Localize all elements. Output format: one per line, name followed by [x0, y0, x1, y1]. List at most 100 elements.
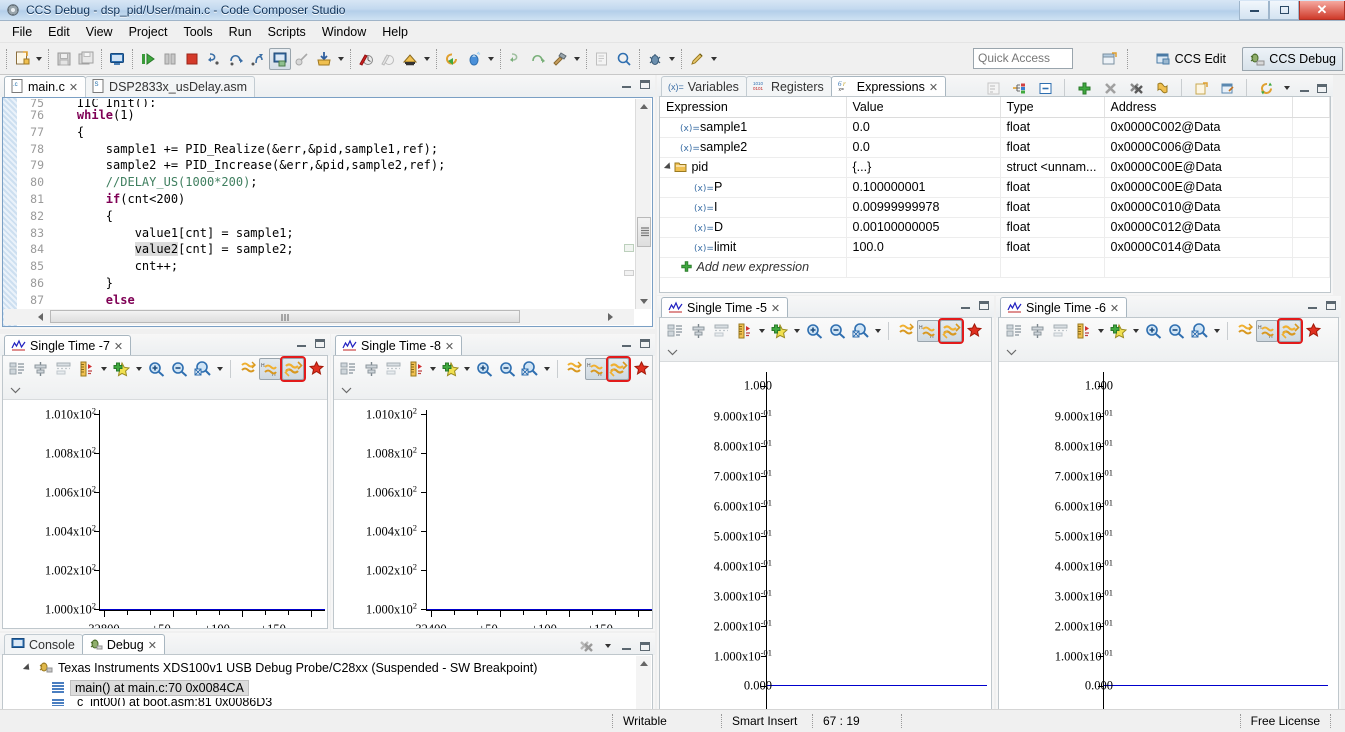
cell-address[interactable]: 0x0000C00E@Data — [1104, 177, 1292, 197]
cell-address[interactable]: 0x0000C012@Data — [1104, 217, 1292, 237]
cell-spacer[interactable] — [1292, 157, 1330, 177]
cell-value[interactable]: 100.0 — [846, 237, 1000, 257]
code-line[interactable]: cnt++; — [48, 258, 630, 275]
code-line[interactable]: sample2 += PID_Increase(&err,&pid,sample… — [48, 157, 630, 174]
new-perspective-button[interactable] — [1095, 47, 1123, 71]
minimize-icon[interactable] — [619, 77, 633, 91]
minimize-icon[interactable] — [294, 336, 308, 350]
watch-dropdown-icon[interactable] — [485, 48, 496, 70]
zoom-in-icon[interactable] — [146, 358, 168, 380]
zoom-in-icon[interactable] — [474, 358, 495, 380]
align-icon[interactable] — [687, 320, 709, 342]
menu-item-tools[interactable]: Tools — [175, 23, 220, 41]
table-row[interactable]: pid{...}struct <unnam...0x0000C00E@Data — [660, 157, 1330, 177]
add-series-menu-icon[interactable] — [1130, 320, 1141, 342]
editor-code-area[interactable]: IIC_Init(); while(1) { sample1 += PID_Re… — [48, 98, 630, 326]
expand-twisty-icon[interactable] — [23, 663, 32, 672]
continuous-refresh-hold-icon[interactable]: HH — [585, 358, 607, 380]
save-all-icon[interactable] — [75, 48, 97, 70]
code-line[interactable]: else — [48, 292, 630, 309]
step-over-icon[interactable] — [225, 48, 247, 70]
cell-expression[interactable]: pid — [660, 157, 846, 177]
close-icon[interactable]: ✕ — [69, 81, 78, 94]
cell-expression[interactable]: (x)=limit — [660, 237, 846, 257]
debug-tree-row-stackframe[interactable]: main() at main.c:70 0x0084CA — [3, 678, 652, 698]
menu-item-help[interactable]: Help — [374, 23, 416, 41]
connect-target-icon[interactable] — [269, 48, 291, 70]
code-line[interactable]: { — [48, 208, 630, 225]
column-header-address[interactable]: Address — [1104, 97, 1292, 117]
breakpoint-icon[interactable] — [355, 48, 377, 70]
scroll-down-arrow-icon[interactable] — [636, 294, 652, 309]
view-menu-icon[interactable] — [602, 640, 614, 652]
tab-variables[interactable]: (x)= Variables — [661, 76, 747, 97]
add-series-icon[interactable] — [440, 358, 461, 380]
data-properties-icon[interactable] — [664, 320, 686, 342]
close-icon[interactable]: ✕ — [445, 340, 454, 353]
zoom-menu-icon[interactable] — [1211, 320, 1222, 342]
editor-tab-main-c[interactable]: .c main.c ✕ — [4, 76, 86, 97]
perspective-ccs-debug[interactable]: CCS Debug — [1242, 47, 1343, 71]
add-series-icon[interactable] — [111, 358, 133, 380]
add-series-menu-icon[interactable] — [462, 358, 473, 380]
debug-dropdown-icon[interactable] — [666, 48, 677, 70]
scroll-right-arrow-icon[interactable] — [602, 309, 618, 324]
cell-address[interactable]: 0x0000C014@Data — [1104, 237, 1292, 257]
toolbar-overflow-chevron-icon[interactable] — [660, 344, 991, 360]
build-icon[interactable] — [549, 48, 571, 70]
cell-value[interactable]: 0.0 — [846, 137, 1000, 157]
align-icon[interactable] — [1026, 320, 1048, 342]
continuous-refresh-icon[interactable] — [1279, 320, 1301, 342]
load-program-dropdown-icon[interactable] — [335, 48, 346, 70]
zoom-menu-icon[interactable] — [872, 320, 883, 342]
maximize-icon[interactable] — [638, 639, 652, 653]
scroll-left-arrow-icon[interactable] — [32, 309, 48, 324]
cell-spacer[interactable] — [1292, 177, 1330, 197]
close-icon[interactable]: ✕ — [148, 639, 157, 652]
column-header-value[interactable]: Value — [846, 97, 1000, 117]
memory-icon[interactable] — [399, 48, 421, 70]
debug-tree-row-probe[interactable]: Texas Instruments XDS100v1 USB Debug Pro… — [3, 658, 652, 678]
code-line[interactable]: //DELAY_US(1000*200); — [48, 174, 630, 191]
search-icon[interactable] — [613, 48, 635, 70]
clear-data-icon[interactable] — [305, 358, 327, 380]
cell-value[interactable]: 0.0 — [846, 117, 1000, 137]
suspend-icon[interactable] — [159, 48, 181, 70]
cursor-icon[interactable] — [76, 358, 98, 380]
restart-icon[interactable] — [441, 48, 463, 70]
cell-spacer[interactable] — [1292, 137, 1330, 157]
align-icon[interactable] — [30, 358, 52, 380]
clear-data-icon[interactable] — [1302, 320, 1324, 342]
cell-value[interactable]: 0.100000001 — [846, 177, 1000, 197]
refresh-icon[interactable] — [563, 358, 584, 380]
zoom-out-icon[interactable] — [168, 358, 190, 380]
menu-item-window[interactable]: Window — [314, 23, 374, 41]
menu-item-run[interactable]: Run — [221, 23, 260, 41]
add-new-expression-row[interactable]: Add new expression — [660, 257, 1330, 277]
menu-item-file[interactable]: File — [4, 23, 40, 41]
maximize-icon[interactable] — [638, 77, 652, 91]
minimize-icon[interactable] — [958, 298, 972, 312]
maximize-icon[interactable] — [638, 336, 652, 350]
tab-single-time-7[interactable]: Single Time -7 ✕ — [4, 335, 131, 356]
cursor-icon[interactable] — [733, 320, 755, 342]
window-restore-button[interactable] — [1269, 1, 1299, 20]
step-into-icon[interactable] — [203, 48, 225, 70]
distribute-icon[interactable] — [383, 358, 404, 380]
table-row[interactable]: (x)=I0.00999999978float0x0000C010@Data — [660, 197, 1330, 217]
table-row[interactable]: (x)=sample10.0float0x0000C002@Data — [660, 117, 1330, 137]
maximize-icon[interactable] — [977, 298, 991, 312]
scrollbar-thumb[interactable] — [50, 310, 520, 323]
continuous-refresh-icon[interactable] — [282, 358, 304, 380]
code-line[interactable]: if(cnt<200) — [48, 191, 630, 208]
zoom-fit-icon[interactable] — [1188, 320, 1210, 342]
zoom-out-icon[interactable] — [1165, 320, 1187, 342]
cursor-menu-icon[interactable] — [428, 358, 439, 380]
cell-type[interactable]: float — [1000, 217, 1104, 237]
minimize-icon[interactable] — [619, 336, 633, 350]
cell-type[interactable]: float — [1000, 177, 1104, 197]
code-line[interactable]: while(1) — [48, 107, 630, 124]
resume-icon[interactable] — [137, 48, 159, 70]
close-icon[interactable]: ✕ — [771, 302, 780, 315]
zoom-menu-icon[interactable] — [541, 358, 552, 380]
